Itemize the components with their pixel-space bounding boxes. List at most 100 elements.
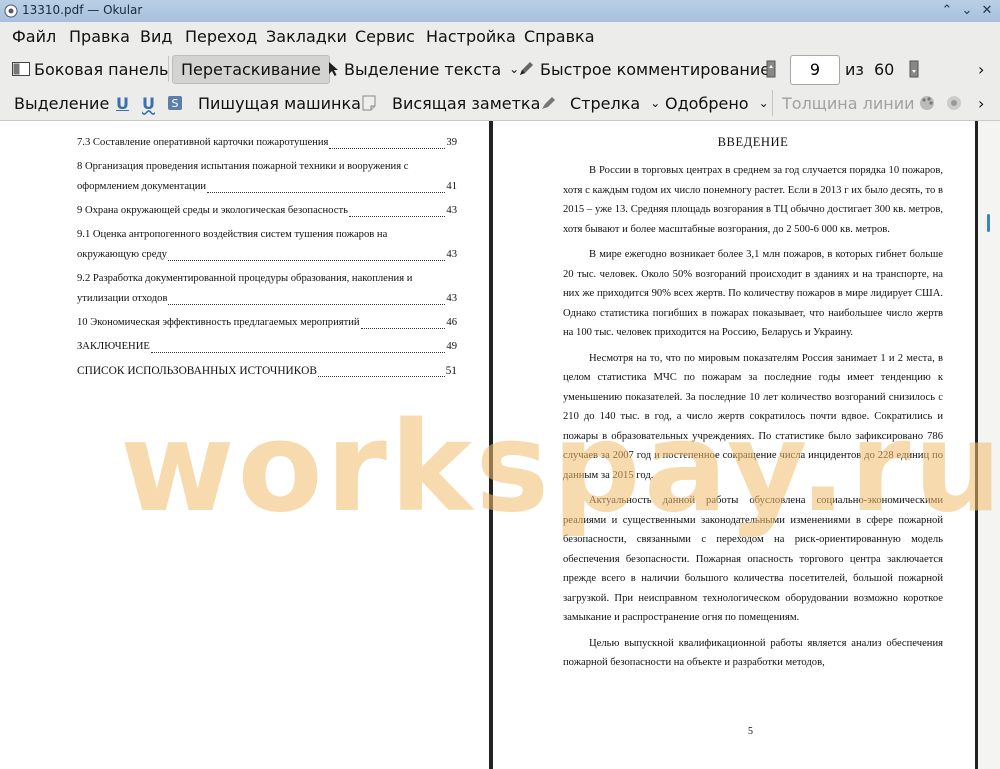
menu-help[interactable]: Справка — [524, 27, 595, 46]
sidebar-button[interactable]: Боковая панель — [12, 58, 168, 80]
toc-page-number: 43 — [446, 293, 457, 304]
toc-entry-title: 9 Охрана окружающей среды и экологическа… — [77, 205, 348, 216]
arrow-tool-button[interactable]: Стрелка ⌄ — [540, 92, 660, 114]
toc-entry[interactable]: 9.2 Разработка документированной процеду… — [77, 269, 457, 309]
main-toolbar: Боковая панель Перетаскивание Выделение … — [0, 52, 1000, 86]
text-selection-button[interactable]: Выделение текста ⌄ — [328, 58, 519, 80]
drag-mode-button[interactable]: Перетаскивание — [172, 55, 330, 84]
toc-leader-dots — [317, 375, 445, 377]
fill-tool-button[interactable] — [945, 92, 963, 114]
toolbar-separator — [772, 90, 773, 116]
toc-entry[interactable]: 8 Организация проведения испытания пожар… — [77, 157, 457, 197]
svg-text:S: S — [172, 97, 179, 110]
document-body: ВВЕДЕНИЕ В России в торговых центрах в с… — [563, 133, 943, 679]
document-viewport[interactable]: 7.3 Составление оперативной карточки пож… — [0, 121, 1000, 769]
underline-icon: U — [116, 93, 129, 113]
toc-line: утилизации отходов 43 — [77, 289, 457, 309]
toc-entry-title: 9.1 Оценка антропогенного воздействия си… — [77, 229, 388, 240]
toc-line: окружающую среду 43 — [77, 245, 457, 265]
toolbar-overflow-icon[interactable]: › — [978, 58, 984, 80]
toc-entry[interactable]: 9.1 Оценка антропогенного воздействия си… — [77, 225, 457, 265]
toc-leader-dots — [207, 191, 446, 193]
menu-file[interactable]: Файл — [12, 27, 56, 46]
page-number-input[interactable]: 9 — [790, 55, 840, 85]
typewriter-button[interactable]: Пишущая машинка — [198, 92, 361, 114]
toc-entry-title: 7.3 Составление оперативной карточки пож… — [77, 137, 329, 148]
toc-entry-continuation: оформлением документации — [77, 181, 207, 192]
brush-icon — [542, 97, 555, 109]
toc-leader-dots — [360, 327, 446, 329]
quick-comment-button[interactable]: Быстрое комментирование — [518, 58, 770, 80]
menu-edit[interactable]: Правка — [69, 27, 130, 46]
toc-entry[interactable]: 7.3 Составление оперативной карточки пож… — [77, 133, 457, 153]
toc-entry[interactable]: 10 Экономическая эффективность предлагае… — [77, 313, 457, 333]
color-tool-button[interactable] — [918, 92, 936, 114]
sidebar-icon — [12, 62, 30, 76]
note-button[interactable] — [362, 92, 380, 114]
toc-entry-continuation: утилизации отходов — [77, 293, 168, 304]
keep-above-icon[interactable]: ⌃ — [938, 2, 956, 20]
typewriter-label: Пишущая машинка — [198, 93, 361, 113]
menu-bookmarks[interactable]: Закладки — [266, 27, 347, 46]
toolbar-overflow-icon[interactable]: › — [978, 92, 984, 114]
prev-page-button[interactable] — [766, 58, 776, 80]
strikeout-button[interactable]: S — [167, 92, 183, 114]
menu-settings[interactable]: Настройка — [426, 27, 516, 46]
menu-view[interactable]: Вид — [140, 27, 172, 46]
toc-leader-dots — [167, 259, 446, 261]
title-bar: 13310.pdf — Okular ⌃ ⌄ ✕ — [0, 0, 1000, 23]
arrow-tool-label: Стрелка — [570, 93, 641, 113]
paragraph: Целью выпускной квалификационной работы … — [563, 637, 943, 669]
menu-go[interactable]: Переход — [185, 27, 257, 46]
toc-line: 10 Экономическая эффективность предлагае… — [77, 313, 457, 333]
cursor-icon — [329, 62, 338, 76]
vertical-scrollbar[interactable] — [978, 121, 1000, 769]
minimize-icon[interactable]: ⌄ — [958, 2, 976, 20]
page-number: 5 — [748, 726, 753, 737]
sticky-note-icon — [362, 95, 376, 111]
toc-entry-title: 9.2 Разработка документированной процеду… — [77, 273, 413, 284]
page-of-label: из — [845, 59, 864, 79]
toc-page-number: 39 — [446, 137, 457, 148]
toc-entry[interactable]: ЗАКЛЮЧЕНИЕ 49 — [77, 337, 457, 357]
squiggly-underline-icon: U — [142, 93, 155, 113]
paragraph: В мире ежегодно возникает более 3,1 млн … — [563, 249, 943, 338]
toc-leader-dots — [329, 147, 446, 149]
close-icon[interactable]: ✕ — [978, 2, 996, 20]
toc-line: ЗАКЛЮЧЕНИЕ 49 — [77, 337, 457, 357]
stamp-button[interactable]: Одобрено ⌄ — [665, 92, 769, 114]
selection-tool-button[interactable]: Выделение — [14, 92, 109, 114]
toc-entry-title: СПИСОК ИСПОЛЬЗОВАННЫХ ИСТОЧНИКОВ — [77, 365, 317, 377]
line-width-control[interactable]: Толщина линии — [782, 92, 915, 114]
page-left: 7.3 Составление оперативной карточки пож… — [0, 121, 488, 769]
page-heading: ВВЕДЕНИЕ — [717, 135, 789, 149]
menu-tools[interactable]: Сервис — [355, 27, 415, 46]
quick-comment-label: Быстрое комментирование — [540, 59, 771, 79]
toc-line: 9 Охрана окружающей среды и экологическа… — [77, 201, 457, 221]
paragraph: Актуальность данной работы обусловлена с… — [563, 495, 943, 623]
annotation-toolbar: Выделение U U S Пишущая машинка Висящая … — [0, 86, 1000, 121]
toc-entry[interactable]: СПИСОК ИСПОЛЬЗОВАННЫХ ИСТОЧНИКОВ 51 — [77, 361, 457, 381]
text-selection-label: Выделение текста — [344, 59, 502, 79]
drag-mode-label: Перетаскивание — [181, 60, 321, 79]
strikeout-icon: S — [168, 96, 182, 110]
popup-note-button[interactable]: Висящая заметка — [392, 92, 540, 114]
squiggly-button[interactable]: U — [142, 92, 155, 114]
next-page-icon — [909, 60, 919, 78]
toolbar-separator — [168, 56, 169, 82]
toc-leader-dots — [150, 351, 446, 353]
next-page-button[interactable] — [909, 58, 919, 80]
toc-page-number: 43 — [446, 205, 457, 216]
toc-entry[interactable]: 9 Охрана окружающей среды и экологическа… — [77, 201, 457, 221]
toc-page-number: 46 — [446, 317, 457, 328]
toc-page-number: 49 — [446, 341, 457, 352]
chevron-down-icon: ⌄ — [650, 96, 661, 110]
okular-app-icon — [4, 4, 18, 18]
underline-button[interactable]: U — [116, 92, 129, 114]
menu-bar: Файл Правка Вид Переход Закладки Сервис … — [0, 22, 1000, 52]
toc-leader-dots — [348, 215, 446, 217]
toc-entry-title: 8 Организация проведения испытания пожар… — [77, 161, 409, 172]
page-total-label: 60 — [874, 59, 895, 79]
toc-page-number: 43 — [446, 249, 457, 260]
scrollbar-thumb[interactable] — [987, 214, 990, 232]
